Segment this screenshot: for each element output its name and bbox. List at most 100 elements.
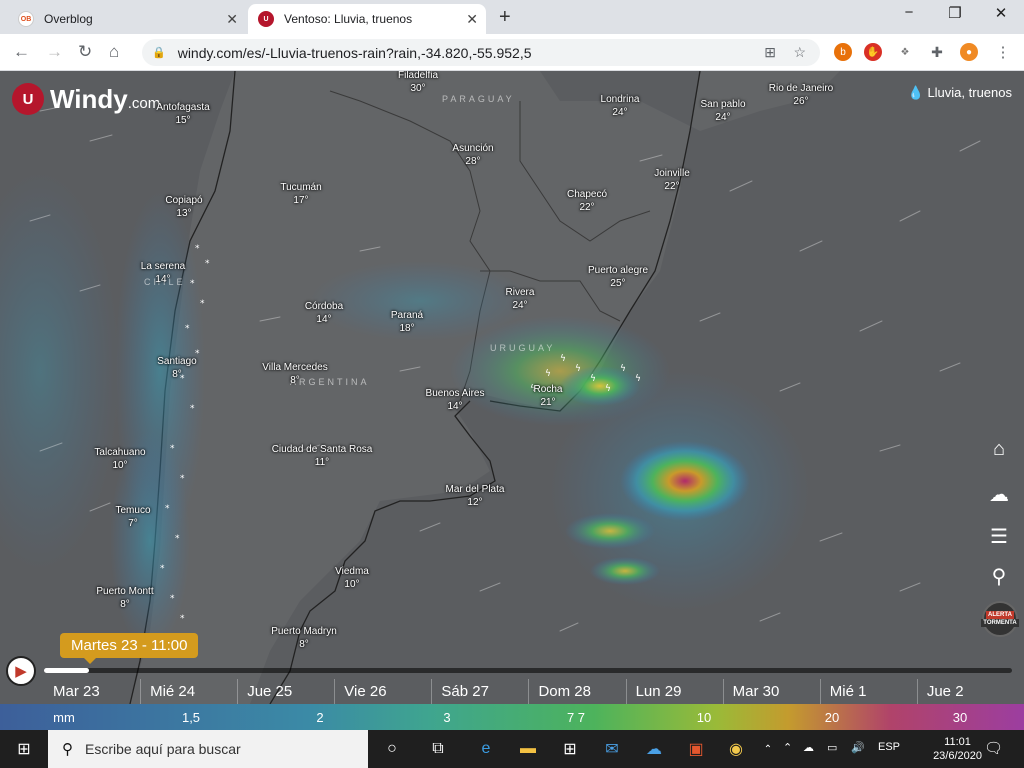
city-name: Puerto Montt: [96, 586, 154, 597]
menu-icon[interactable]: ☰: [986, 524, 1012, 549]
timeline-day[interactable]: Mar 23: [44, 679, 140, 704]
task-view-icon[interactable]: ⧉: [427, 738, 449, 760]
city-temp: 24°: [715, 112, 731, 123]
city-label[interactable]: Joinville 22°: [654, 167, 690, 193]
bookmark-star-icon[interactable]: ☆: [793, 44, 806, 61]
file-explorer-icon[interactable]: ▬: [517, 738, 539, 760]
tab-windy[interactable]: U Ventoso: Lluvia, truenos ✕: [248, 4, 486, 34]
weather-map[interactable]: ϟϟϟϟ ϟϟϟϟ * * * * * * * * * * * * * * * U Windy .co…: [0, 71, 1024, 704]
profile-avatar[interactable]: ●: [960, 43, 978, 61]
svg-text:*: *: [205, 259, 210, 269]
home-button[interactable]: ⌂: [109, 42, 119, 62]
city-label[interactable]: Rio de Janeiro 26°: [769, 82, 833, 108]
city-label[interactable]: La serena 14°: [141, 260, 185, 286]
city-label[interactable]: Paraná 18°: [391, 309, 423, 335]
city-temp: 22°: [579, 202, 595, 213]
city-label[interactable]: Viedma 10°: [335, 565, 369, 591]
forward-button[interactable]: →: [46, 42, 63, 62]
city-label[interactable]: Talcahuano 10°: [94, 446, 145, 472]
city-name: Puerto Madryn: [271, 626, 337, 637]
timeline-track[interactable]: [44, 668, 1012, 673]
tab-overblog[interactable]: OB Overblog ✕: [8, 4, 246, 34]
windows-taskbar: ⊞ ⚲ Escribe aquí para buscar ○ ⧉ e ▬ ⊞ ✉…: [0, 730, 1024, 768]
dropbox-icon[interactable]: ❖: [896, 43, 914, 61]
home-icon[interactable]: ⌂: [986, 438, 1012, 461]
raindrop-icon: 💧: [907, 85, 924, 100]
close-tab-icon[interactable]: ✕: [226, 11, 238, 28]
timeline-day[interactable]: Jue 25: [237, 679, 334, 704]
timeline-day[interactable]: Jue 2: [916, 679, 1014, 704]
city-label[interactable]: San pablo 24°: [700, 98, 745, 124]
minimize-button[interactable]: −: [886, 4, 932, 21]
timeline-day[interactable]: Dom 28: [528, 679, 625, 704]
clock[interactable]: 11:01 23/6/2020: [933, 735, 982, 763]
extension-icon[interactable]: b: [834, 43, 852, 61]
windy-logo[interactable]: U Windy .com: [12, 83, 160, 115]
more-menu-icon[interactable]: ⋮: [994, 43, 1012, 61]
city-label[interactable]: Córdoba 14°: [305, 300, 343, 326]
reload-button[interactable]: ↻: [78, 42, 92, 62]
address-bar[interactable]: 🔒 windy.com/es/-Lluvia-truenos-rain?rain…: [142, 39, 820, 66]
city-label[interactable]: Puerto Montt 8°: [96, 585, 153, 611]
network-icon[interactable]: ▭: [827, 741, 837, 754]
timeline-day[interactable]: Vie 26: [334, 679, 431, 704]
close-window-button[interactable]: ✕: [978, 4, 1024, 22]
windows-start-icon[interactable]: ⊞: [13, 738, 35, 760]
timeline-day[interactable]: Mar 30: [722, 679, 820, 704]
city-temp: 7°: [128, 518, 138, 529]
city-label[interactable]: Copiapó 13°: [165, 194, 202, 220]
city-label[interactable]: Temuco 7°: [115, 504, 150, 530]
city-label[interactable]: Ciudad de Santa Rosa 11°: [272, 443, 373, 469]
taskbar-overflow-icon[interactable]: ⌃: [757, 738, 779, 760]
city-label[interactable]: Asunción 28°: [452, 142, 493, 168]
cortana-icon[interactable]: ○: [381, 738, 403, 760]
translate-icon[interactable]: ⊞: [764, 44, 776, 61]
city-label[interactable]: Chapecó 22°: [567, 188, 607, 214]
mail-icon[interactable]: ✉: [601, 738, 623, 760]
svg-text:*: *: [165, 504, 170, 514]
language-indicator[interactable]: ESP: [878, 741, 900, 753]
taskbar-search[interactable]: ⚲ Escribe aquí para buscar: [48, 730, 368, 768]
city-label[interactable]: Rivera 24°: [506, 286, 535, 312]
city-label[interactable]: Rocha 21°: [534, 383, 563, 409]
adblock-icon[interactable]: ✋: [864, 43, 882, 61]
search-icon[interactable]: ⚲: [986, 564, 1012, 589]
city-name: Filadelfia: [397, 71, 439, 81]
city-label[interactable]: Buenos Aires 14°: [426, 387, 485, 413]
rain-legend: mm 1,5 2 3 7 7 10 20 30: [0, 704, 1024, 730]
onedrive-icon[interactable]: ☁: [803, 741, 814, 754]
city-label[interactable]: Puerto alegre 25°: [588, 264, 648, 290]
new-tab-button[interactable]: +: [499, 6, 511, 29]
layer-indicator[interactable]: 💧 Lluvia, truenos: [908, 85, 1012, 101]
edge-icon[interactable]: e: [475, 738, 497, 760]
close-tab-icon[interactable]: ✕: [466, 11, 478, 28]
timeline-day[interactable]: Sáb 27: [431, 679, 528, 704]
weather-app-icon[interactable]: ☁: [643, 738, 665, 760]
timeline-day[interactable]: Lun 29: [625, 679, 723, 704]
city-label[interactable]: Santiago 8°: [157, 355, 196, 381]
volume-icon[interactable]: 🔊: [851, 741, 865, 754]
city-label[interactable]: Londrina 24°: [601, 93, 640, 119]
back-button[interactable]: ←: [13, 42, 30, 62]
tray-chevron-icon[interactable]: ⌃: [783, 741, 792, 754]
city-label[interactable]: Villa Mercedes 8°: [262, 361, 327, 387]
storm-alert-button[interactable]: ALERTA TORMENTA: [981, 601, 1019, 637]
city-label[interactable]: Antofagasta 15°: [156, 101, 209, 127]
svg-text:*: *: [180, 614, 185, 624]
play-button[interactable]: ▶: [6, 656, 36, 686]
city-label[interactable]: Tucumán 17°: [280, 181, 321, 207]
city-name: Viedma: [335, 566, 369, 577]
notifications-icon[interactable]: 🗨: [984, 739, 1003, 757]
extensions-puzzle-icon[interactable]: ✚: [928, 43, 946, 61]
city-label[interactable]: Mar del Plata 12°: [446, 483, 505, 509]
timeline-day[interactable]: Mié 1: [819, 679, 917, 704]
city-label[interactable]: Filadelfia 30°: [398, 71, 438, 95]
timeline-day[interactable]: Mié 24: [140, 679, 237, 704]
store-icon[interactable]: ⊞: [559, 738, 581, 760]
city-name: San pablo: [700, 99, 746, 110]
office-icon[interactable]: ▣: [685, 738, 707, 760]
chrome-icon[interactable]: ◉: [725, 738, 747, 760]
restore-button[interactable]: ❐: [932, 4, 978, 22]
svg-text:ϟ: ϟ: [560, 354, 566, 364]
thunderstorm-icon[interactable]: ☁: [986, 482, 1012, 507]
